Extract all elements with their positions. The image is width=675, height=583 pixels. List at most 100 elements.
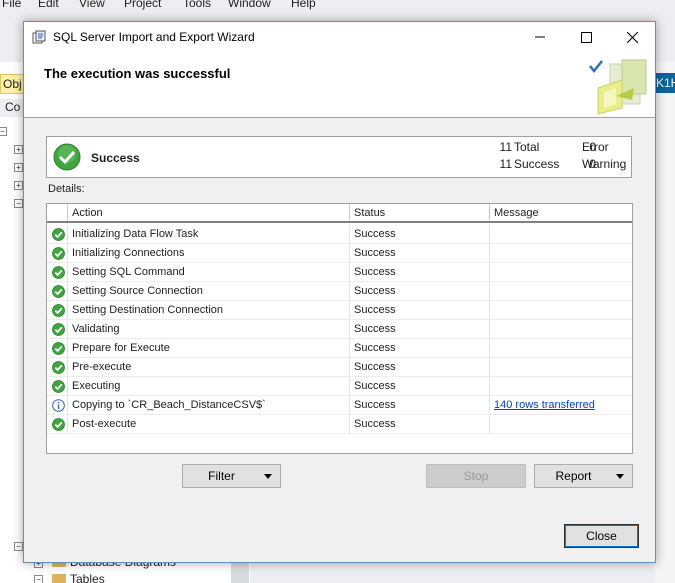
message-cell — [490, 415, 632, 434]
background-menubar: File Edit View Project Tools Window Help — [0, 0, 675, 12]
tree-expand-icon[interactable]: + — [14, 163, 23, 172]
action-cell: Setting Source Connection — [68, 282, 350, 301]
message-cell — [490, 320, 632, 339]
summary-status: Success — [91, 151, 140, 165]
action-cell: Initializing Data Flow Task — [68, 225, 350, 244]
table-row[interactable]: Setting Destination Connection Success — [47, 301, 632, 320]
close-window-button[interactable] — [609, 22, 655, 52]
background-right-panel — [655, 62, 675, 583]
table-row[interactable]: Initializing Data Flow Task Success — [47, 225, 632, 244]
menu-edit[interactable]: Edit — [38, 0, 59, 10]
title-bar[interactable]: SQL Server Import and Export Wizard — [24, 22, 655, 52]
row-icon-cell — [47, 377, 68, 396]
message-cell — [490, 282, 632, 301]
table-row[interactable]: Executing Success — [47, 377, 632, 396]
column-header-action[interactable]: Action — [68, 204, 350, 221]
menu-project[interactable]: Project — [124, 0, 161, 10]
table-row[interactable]: Initializing Connections Success — [47, 244, 632, 263]
status-cell: Success — [350, 415, 490, 434]
message-cell — [490, 225, 632, 244]
row-icon-cell — [47, 263, 68, 282]
table-row[interactable]: Copying to `CR_Beach_DistanceCSV$` Succes… — [47, 396, 632, 415]
details-grid[interactable]: Action Status Message Initializing Data … — [46, 203, 633, 454]
maximize-icon — [580, 31, 592, 43]
message-cell — [490, 244, 632, 263]
action-cell: Executing — [68, 377, 350, 396]
status-cell: Success — [350, 263, 490, 282]
connect-button[interactable]: Co — [0, 99, 24, 117]
message-link[interactable]: 140 rows transferred — [494, 399, 595, 411]
error-label: Error — [582, 140, 609, 154]
total-label: Total — [514, 140, 540, 154]
row-icon-cell — [47, 244, 68, 263]
row-icon-cell — [47, 225, 68, 244]
minimize-button[interactable] — [517, 22, 563, 52]
background-scrollbar — [231, 562, 249, 583]
action-cell: Copying to `CR_Beach_DistanceCSV$` — [68, 396, 350, 415]
row-icon-cell — [47, 396, 68, 415]
status-cell: Success — [350, 244, 490, 263]
menu-help[interactable]: Help — [291, 0, 316, 10]
action-cell: Prepare for Execute — [68, 339, 350, 358]
column-header-message[interactable]: Message — [490, 204, 632, 221]
action-cell: Setting Destination Connection — [68, 301, 350, 320]
stop-button[interactable]: Stop — [426, 464, 526, 488]
table-row[interactable]: Setting Source Connection Success — [47, 282, 632, 301]
row-icon-cell — [47, 320, 68, 339]
warning-label: Warning — [582, 157, 627, 171]
tree-expand-icon[interactable]: + — [14, 145, 23, 154]
message-cell — [490, 339, 632, 358]
menu-file[interactable]: File — [2, 0, 21, 10]
menu-window[interactable]: Window — [228, 0, 271, 10]
row-icon-cell — [47, 415, 68, 434]
table-row[interactable]: Prepare for Execute Success — [47, 339, 632, 358]
menu-view[interactable]: View — [79, 0, 105, 10]
table-row[interactable]: Pre-execute Success — [47, 358, 632, 377]
tree-expand-icon[interactable]: − — [34, 575, 43, 583]
wizard-banner-icon — [589, 59, 647, 115]
grid-header-icon-col — [47, 204, 68, 221]
row-icon-cell — [47, 358, 68, 377]
row-icon-cell — [47, 301, 68, 320]
close-button[interactable]: Close — [564, 524, 639, 548]
table-row[interactable]: Setting SQL Command Success — [47, 263, 632, 282]
summary-panel: Success 11 Total 0 Error 11 Success 0 Wa… — [46, 136, 632, 178]
action-cell: Initializing Connections — [68, 244, 350, 263]
details-label: Details: — [48, 183, 85, 195]
table-row[interactable]: Validating Success — [47, 320, 632, 339]
filter-button-label: Filter — [208, 469, 235, 483]
tree-expand-icon[interactable]: + — [14, 181, 23, 190]
report-button[interactable]: Report — [534, 464, 633, 488]
chevron-down-icon — [616, 474, 624, 479]
window-title: SQL Server Import and Export Wizard — [53, 30, 255, 44]
close-icon — [626, 31, 638, 43]
action-cell: Post-execute — [68, 415, 350, 434]
tree-expand-icon[interactable]: − — [14, 542, 23, 551]
action-cell: Pre-execute — [68, 358, 350, 377]
document-tab[interactable]: K1H — [655, 73, 675, 93]
filter-button[interactable]: Filter — [182, 464, 281, 488]
chevron-down-icon — [264, 474, 272, 479]
import-export-wizard-dialog: SQL Server Import and Export Wizard The … — [23, 21, 656, 563]
column-header-status[interactable]: Status — [350, 204, 490, 221]
folder-icon — [52, 574, 66, 583]
action-cell: Validating — [68, 320, 350, 339]
message-cell — [490, 263, 632, 282]
tree-expand-icon[interactable]: − — [14, 199, 23, 208]
message-cell — [490, 301, 632, 320]
wizard-header: The execution was successful — [24, 52, 655, 118]
menu-tools[interactable]: Tools — [183, 0, 211, 10]
status-cell: Success — [350, 320, 490, 339]
page-title: The execution was successful — [44, 66, 231, 81]
tree-item-tables[interactable]: Tables — [70, 572, 105, 583]
success-icon — [53, 143, 81, 171]
object-explorer-tab[interactable]: Obj — [0, 74, 24, 94]
table-row[interactable]: Post-execute Success — [47, 415, 632, 434]
grid-header: Action Status Message — [47, 204, 632, 223]
report-button-label: Report — [555, 469, 592, 483]
status-cell: Success — [350, 301, 490, 320]
action-cell: Setting SQL Command — [68, 263, 350, 282]
tree-expand-icon[interactable]: − — [0, 127, 7, 136]
wizard-app-icon — [32, 30, 46, 44]
maximize-button[interactable] — [563, 22, 609, 52]
